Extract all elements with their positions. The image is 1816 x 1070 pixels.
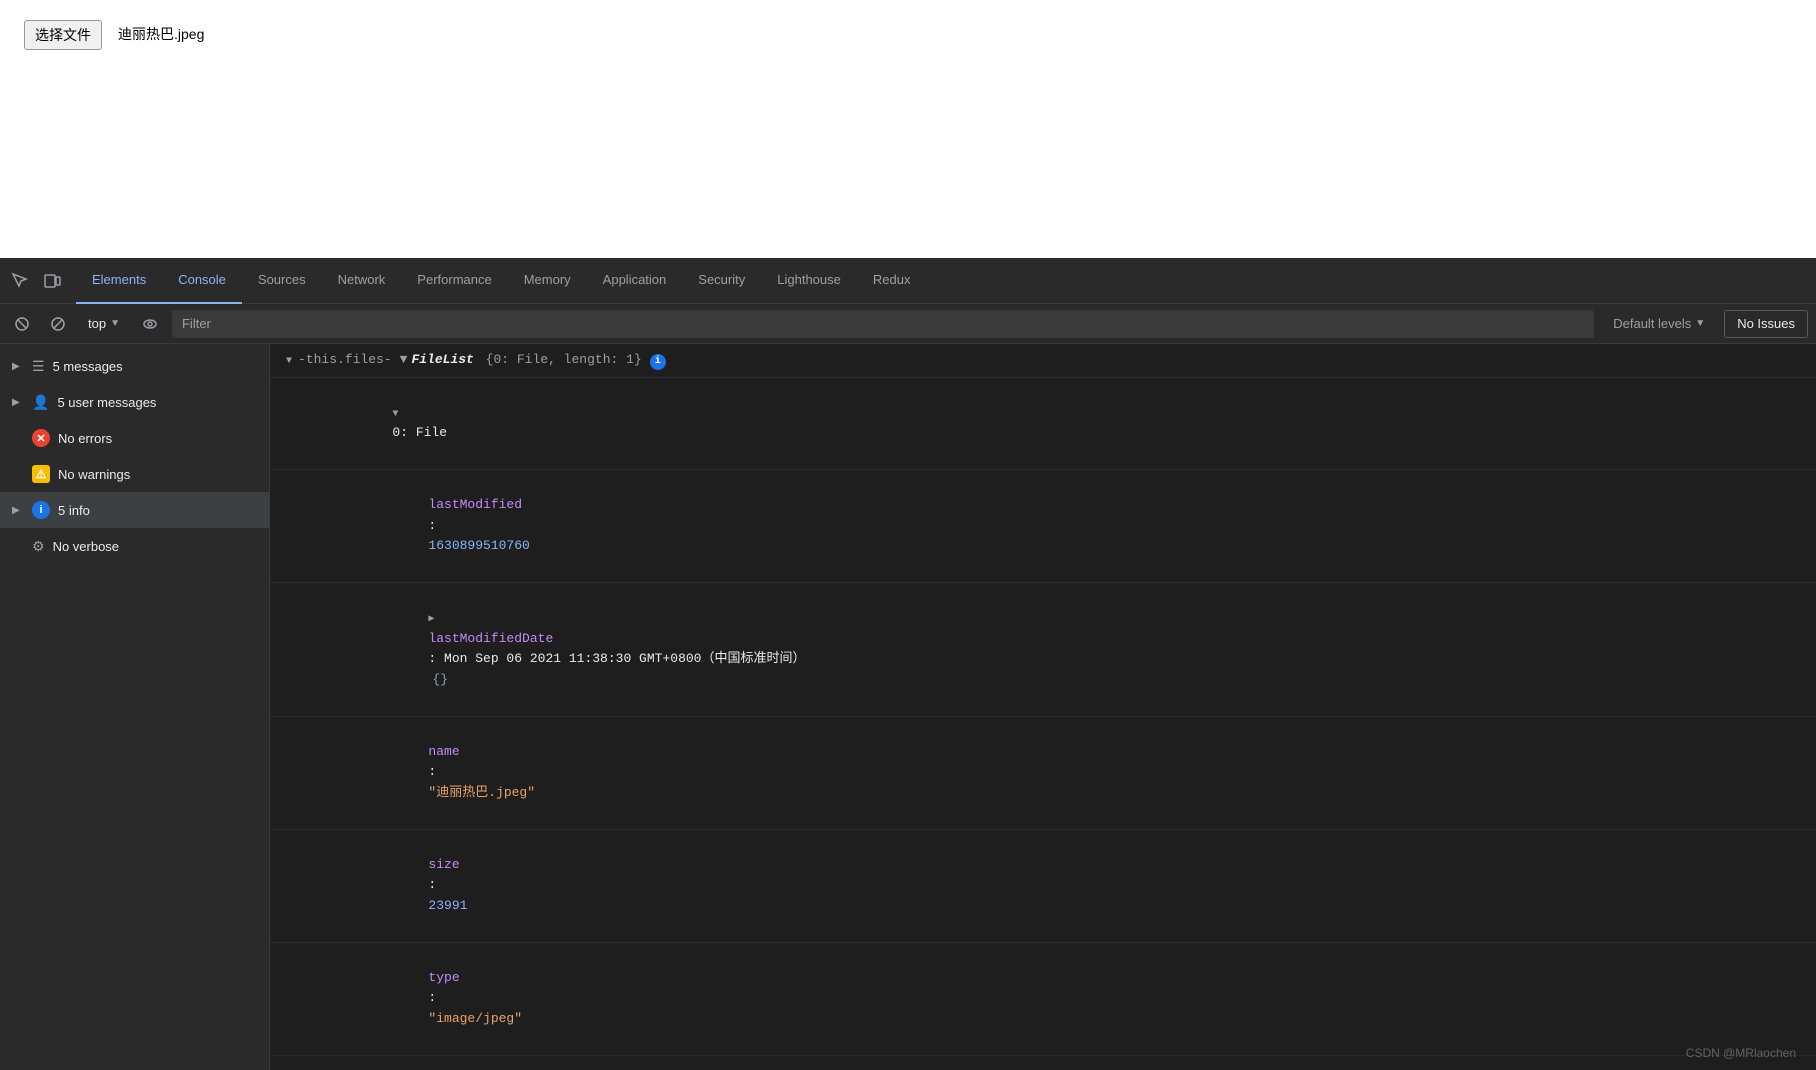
info-icon-badge: i [32,501,50,519]
expand-arrow-messages: ▶ [12,361,24,372]
file-name-display: 迪丽热巴.jpeg [118,20,204,48]
console-line-size: size : 23991 [270,830,1816,943]
console-line-lastmodified: lastModified : 1630899510760 [270,470,1816,583]
tab-console[interactable]: Console [162,258,242,304]
clear-console-icon[interactable] [8,310,36,338]
console-output: ▼ -this.files- ▼ FileList {0: File, leng… [270,344,1816,1070]
console-line-file-0: ▼ 0: File [270,378,1816,470]
verbose-icon: ⚙ [32,538,45,555]
user-icon: 👤 [32,394,49,411]
inspect-icon[interactable] [8,269,32,293]
sidebar-item-messages[interactable]: ▶ ☰ 5 messages [0,348,269,384]
tab-lighthouse[interactable]: Lighthouse [761,258,857,304]
filter-input[interactable] [172,310,1594,338]
sidebar-item-user-messages[interactable]: ▶ 👤 5 user messages [0,384,269,420]
console-line-webkit: webkitRelativePath : "" [270,1056,1816,1070]
sidebar-item-errors[interactable]: ▶ ✕ No errors [0,420,269,456]
tab-sources[interactable]: Sources [242,258,322,304]
device-toggle-icon[interactable] [40,269,64,293]
console-line-name: name : "迪丽热巴.jpeg" [270,717,1816,830]
page-area: 选择文件 迪丽热巴.jpeg [0,0,1816,258]
tab-security[interactable]: Security [682,258,761,304]
expand-arrow-info: ▶ [12,505,24,516]
console-line-filelist: ▼ -this.files- ▼ FileList {0: File, leng… [270,344,1816,378]
levels-dropdown[interactable]: Default levels ▼ [1602,310,1716,338]
console-line-type: type : "image/jpeg" [270,943,1816,1056]
block-icon[interactable] [44,310,72,338]
tab-network[interactable]: Network [322,258,402,304]
expand-triangle-filelist[interactable]: ▼ [286,354,292,370]
devtools-tab-bar: Elements Console Sources Network Perform… [0,258,1816,304]
tab-application[interactable]: Application [587,258,683,304]
devtools-panel: Elements Console Sources Network Perform… [0,258,1816,1070]
expand-arrow-user-messages: ▶ [12,397,24,408]
error-icon: ✕ [32,429,50,447]
warning-icon: ⚠ [32,465,50,483]
console-sidebar: ▶ ☰ 5 messages ▶ 👤 5 user messages ▶ ✕ N… [0,344,270,1070]
tab-redux[interactable]: Redux [857,258,927,304]
console-toolbar: top ▼ Default levels ▼ No Issues [0,304,1816,344]
info-badge: i [650,354,666,370]
watermark: CSDN @MRlaochen [1686,1046,1796,1060]
devtools-toolbar-icons [8,269,64,293]
eye-icon[interactable] [136,310,164,338]
console-line-lastmodifieddate: ▶ lastModifiedDate : Mon Sep 06 2021 11:… [270,583,1816,717]
tab-elements[interactable]: Elements [76,258,162,304]
tab-memory[interactable]: Memory [508,258,587,304]
tab-performance[interactable]: Performance [401,258,507,304]
messages-list-icon: ☰ [32,358,45,375]
context-selector[interactable]: top ▼ [80,310,128,338]
sidebar-item-warnings[interactable]: ▶ ⚠ No warnings [0,456,269,492]
no-issues-button[interactable]: No Issues [1724,310,1808,338]
choose-file-button[interactable]: 选择文件 [24,20,102,50]
devtools-main-content: ▶ ☰ 5 messages ▶ 👤 5 user messages ▶ ✕ N… [0,344,1816,1070]
sidebar-item-info[interactable]: ▶ i 5 info [0,492,269,528]
sidebar-item-verbose[interactable]: ▶ ⚙ No verbose [0,528,269,564]
